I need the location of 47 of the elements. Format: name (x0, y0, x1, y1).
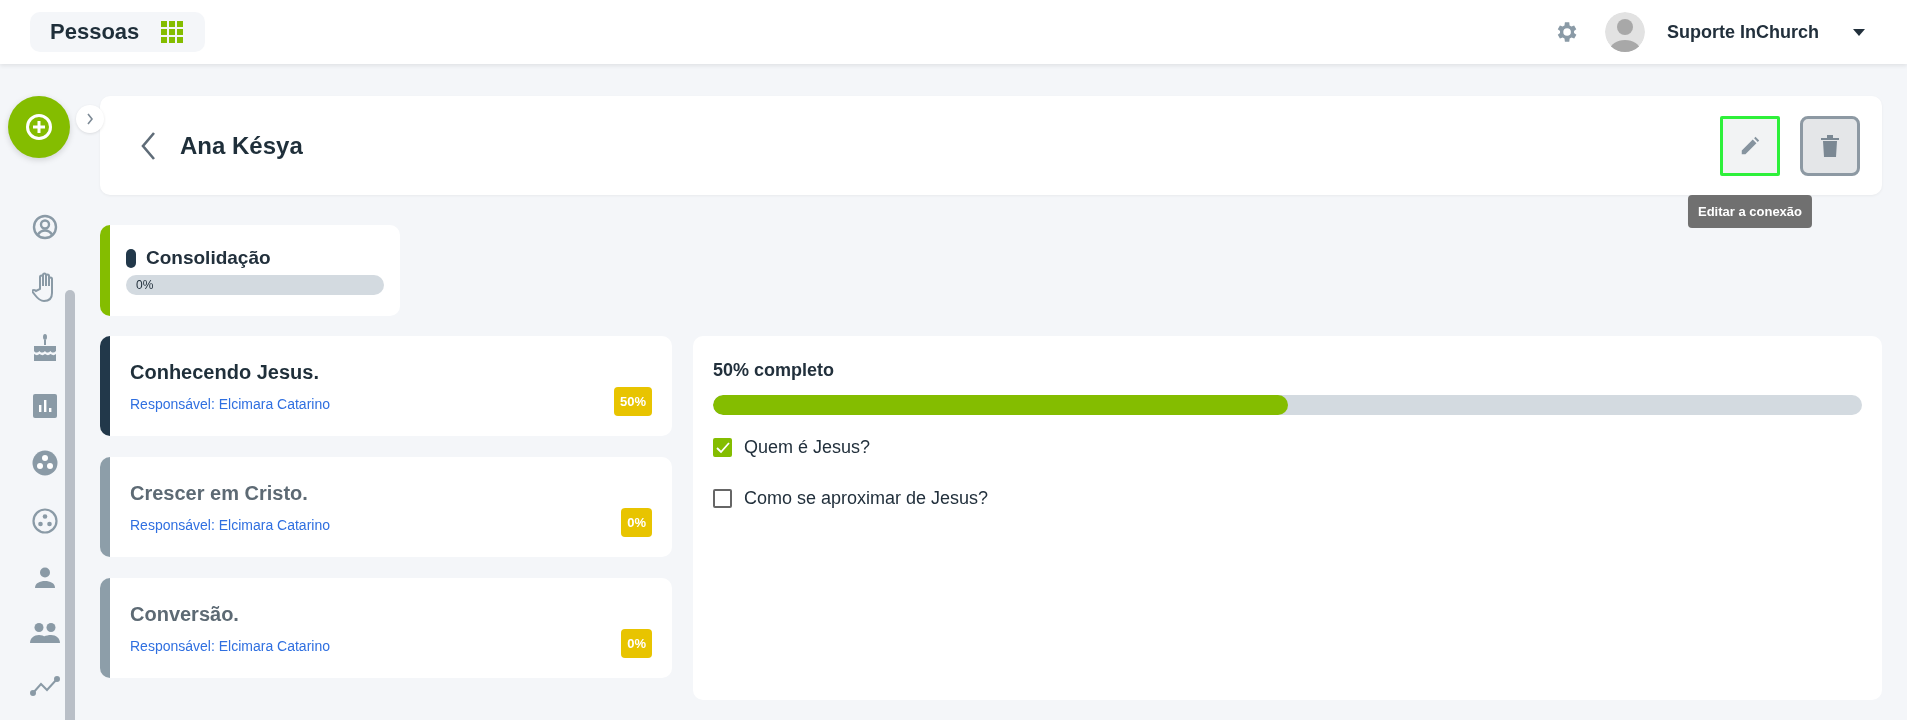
group-circle-outline-icon[interactable] (32, 508, 58, 534)
person-icon[interactable] (33, 566, 57, 590)
user-circle-icon[interactable] (32, 214, 58, 240)
checkbox[interactable] (713, 489, 732, 508)
stage-card[interactable]: Consolidação 0% (100, 225, 400, 316)
step-card[interactable]: Conversão. Responsável: Elcimara Catarino 0% (100, 578, 672, 678)
cake-icon[interactable] (32, 334, 58, 362)
task-label: Quem é Jesus? (744, 437, 871, 458)
user-name[interactable]: Suporte InChurch (1667, 21, 1819, 43)
step-title: Crescer em Cristo. (130, 481, 309, 505)
responsible-text: Responsável: Elcimara Catarino (130, 395, 331, 412)
caret-icon[interactable] (1853, 28, 1865, 36)
progress-label: 50% completo (713, 360, 836, 381)
step-title: Conhecendo Jesus. (130, 360, 320, 384)
responsible-text: Responsável: Elcimara Catarino (130, 516, 331, 533)
progress-badge: 0% (621, 507, 652, 537)
app-title: Pessoas (50, 19, 140, 45)
step-card[interactable]: Crescer em Cristo. Responsável: Elcimara Catarino 0% (100, 457, 672, 557)
checkbox[interactable] (713, 438, 732, 457)
app-switcher[interactable]: Pessoas (30, 12, 206, 52)
stage-name: Consolidação (146, 247, 271, 269)
scrollbar[interactable] (65, 290, 75, 720)
group-circle-icon[interactable] (32, 450, 58, 476)
back-icon[interactable] (140, 130, 156, 161)
add-button[interactable] (8, 96, 70, 158)
avatar-icon[interactable] (1605, 12, 1645, 52)
progress-reading: 0% (136, 278, 154, 292)
trash-icon (1820, 133, 1840, 158)
plus-icon (25, 113, 53, 141)
tooltip: Editar a conexão (1688, 194, 1812, 228)
expand-button[interactable] (76, 105, 104, 133)
stage-marker-icon (126, 248, 136, 268)
step-title: Conversão. (130, 602, 240, 626)
bar-chart-icon[interactable] (33, 394, 57, 418)
edit-button[interactable] (1720, 115, 1780, 176)
responsible-text: Responsável: Elcimara Catarino (130, 637, 331, 654)
pencil-icon (1739, 134, 1761, 157)
progress-badge: 0% (621, 628, 652, 658)
person-name: Ana Késya (180, 131, 303, 160)
grid-icon (161, 21, 184, 43)
people-icon[interactable] (30, 622, 60, 644)
progress-badge: 50% (613, 386, 652, 416)
delete-button[interactable] (1800, 115, 1860, 176)
chevron-right-icon (86, 113, 94, 125)
trend-icon[interactable] (30, 676, 60, 696)
step-card[interactable]: Conhecendo Jesus. Responsável: Elcimara Catarino 50% (100, 336, 672, 436)
task-label: Como se aproximar de Jesus? (744, 488, 989, 509)
